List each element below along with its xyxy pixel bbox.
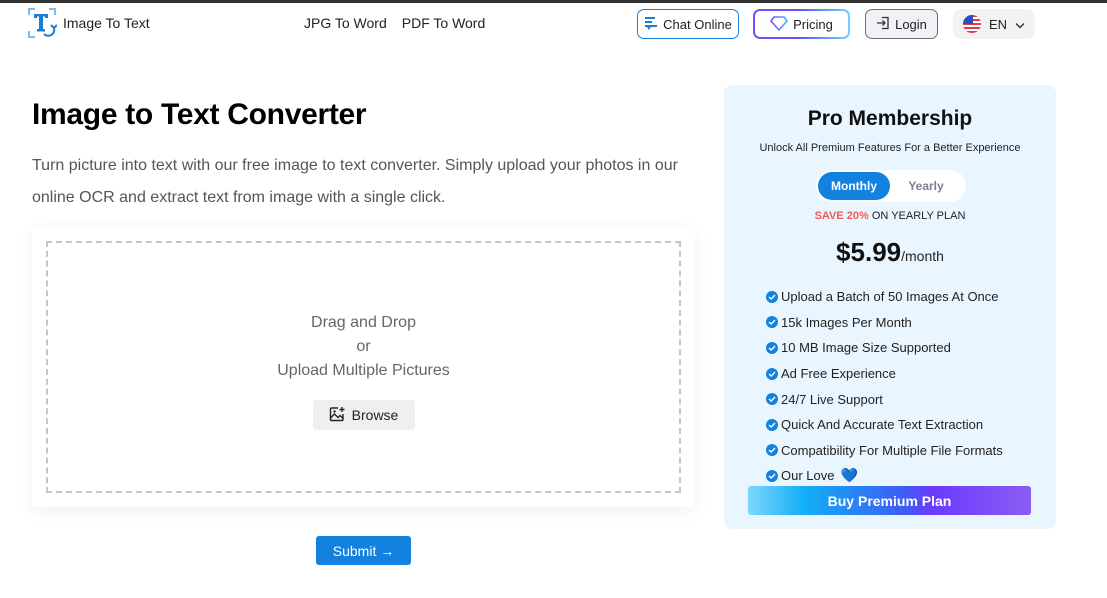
diamond-icon — [770, 15, 788, 34]
upload-multiple-text: Upload Multiple Pictures — [277, 362, 450, 379]
feature-text: 10 MB Image Size Supported — [781, 340, 951, 356]
buy-premium-button[interactable]: Buy Premium Plan — [748, 486, 1031, 515]
login-button[interactable]: Login — [865, 9, 938, 39]
toggle-monthly[interactable]: Monthly — [818, 172, 890, 200]
pricing-label: Pricing — [793, 16, 833, 32]
browse-button[interactable]: Browse — [312, 400, 415, 430]
check-circle-icon — [766, 316, 778, 329]
save-highlight: SAVE 20% — [814, 210, 869, 222]
logo-icon — [27, 7, 58, 39]
blue-heart-icon: 💙 — [840, 467, 858, 484]
check-circle-icon — [766, 290, 778, 303]
feature-list: Upload a Batch of 50 Images At Once 15k … — [766, 284, 1003, 489]
feature-text: Quick And Accurate Text Extraction — [781, 417, 984, 433]
check-circle-icon — [766, 393, 778, 406]
main-nav: JPG To Word PDF To Word — [304, 15, 485, 31]
feature-text: 15k Images Per Month — [781, 314, 912, 330]
price: $5.99/month — [724, 237, 1056, 268]
upload-card: Drag and Drop or Upload Multiple Picture… — [32, 227, 695, 507]
feature-text: Ad Free Experience — [781, 366, 896, 382]
feature-item: 15k Images Per Month — [766, 310, 1003, 336]
feature-item: 10 MB Image Size Supported — [766, 335, 1003, 361]
check-circle-icon — [766, 418, 778, 431]
add-image-icon — [329, 406, 345, 425]
toggle-yearly[interactable]: Yearly — [890, 172, 962, 200]
logo-text: Image To Text — [63, 15, 150, 31]
nav-pdf-to-word[interactable]: PDF To Word — [402, 15, 486, 31]
price-amount: $5.99 — [836, 237, 902, 267]
chevron-down-icon — [1015, 17, 1025, 32]
feature-item: Compatibility For Multiple File Formats — [766, 438, 1003, 464]
logo[interactable]: Image To Text — [27, 7, 150, 39]
language-selector[interactable]: EN — [953, 9, 1035, 39]
check-circle-icon — [766, 469, 778, 482]
check-circle-icon — [766, 444, 778, 457]
login-label: Login — [895, 16, 927, 32]
or-text: or — [356, 338, 371, 355]
pro-title: Pro Membership — [807, 107, 973, 130]
feature-item: Ad Free Experience — [766, 361, 1003, 387]
price-period: /month — [901, 248, 944, 264]
feature-text: Upload a Batch of 50 Images At Once — [781, 289, 999, 305]
browse-label: Browse — [351, 407, 399, 423]
pro-membership-card: Pro Membership Unlock All Premium Featur… — [724, 85, 1056, 529]
pro-subtitle: Unlock All Premium Features For a Better… — [759, 142, 1021, 154]
check-circle-icon — [766, 341, 778, 354]
nav-jpg-to-word[interactable]: JPG To Word — [304, 15, 387, 31]
site-header: Image To Text JPG To Word PDF To Word Ch… — [0, 3, 1107, 45]
chat-online-label: Chat Online — [663, 16, 732, 32]
feature-item: Upload a Batch of 50 Images At Once — [766, 284, 1003, 310]
billing-toggle: Monthly Yearly — [816, 170, 966, 202]
feature-item: Quick And Accurate Text Extraction — [766, 412, 1003, 438]
feature-text: 24/7 Live Support — [781, 391, 883, 407]
feature-text: Compatibility For Multiple File Formats — [781, 442, 1003, 458]
feature-item: Our Love 💙 — [766, 463, 1003, 489]
login-icon — [876, 16, 890, 33]
submit-button[interactable]: Submit → — [316, 536, 411, 565]
language-label: EN — [988, 16, 1008, 32]
save-rest: ON YEARLY PLAN — [871, 210, 966, 222]
feature-text: Our Love — [781, 468, 835, 484]
save-note: SAVE 20% ON YEARLY PLAN — [724, 210, 1056, 222]
page-title: Image to Text Converter — [32, 98, 367, 131]
us-flag-icon — [962, 15, 981, 33]
feature-item: 24/7 Live Support — [766, 386, 1003, 412]
chat-online-button[interactable]: Chat Online — [637, 9, 739, 39]
pricing-button[interactable]: Pricing — [753, 9, 850, 39]
check-circle-icon — [766, 367, 778, 380]
drag-drop-text: Drag and Drop — [311, 314, 416, 331]
chat-icon — [644, 16, 658, 33]
drop-zone[interactable]: Drag and Drop or Upload Multiple Picture… — [46, 241, 681, 493]
page-description: Turn picture into text with our free ima… — [32, 157, 678, 206]
